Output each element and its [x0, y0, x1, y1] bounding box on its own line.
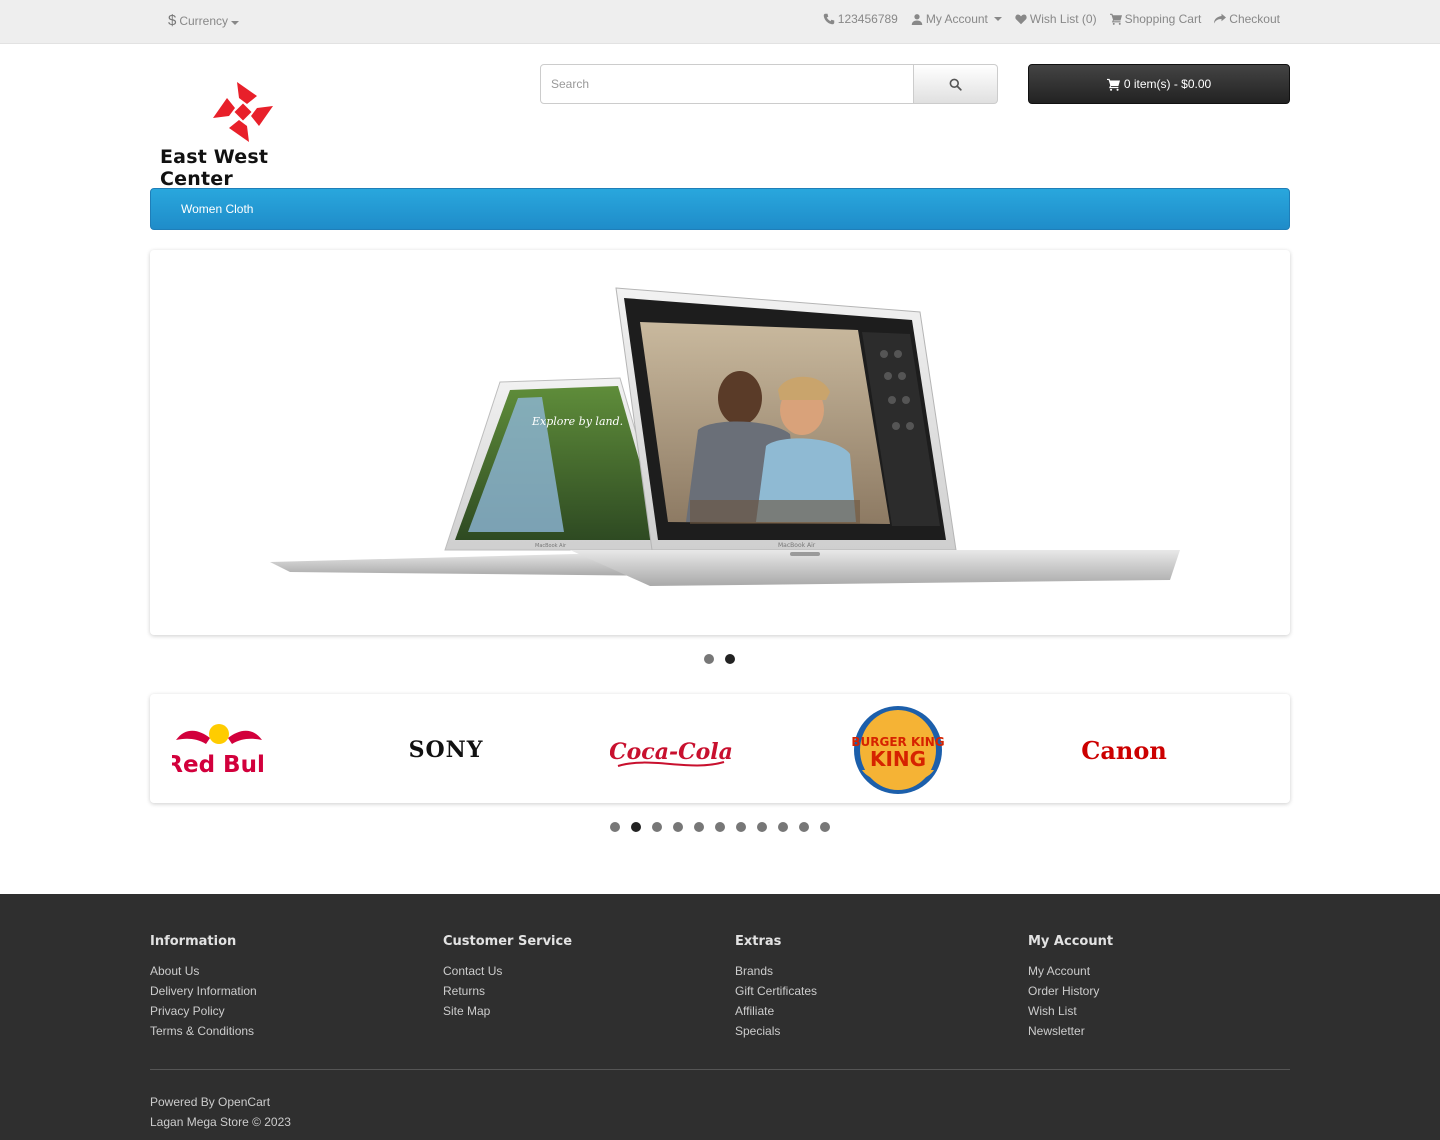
footer-link-about-us[interactable]: About Us — [150, 961, 257, 981]
copyright-text: Lagan Mega Store © 2023 — [150, 1115, 291, 1129]
footer-link-gift-certificates[interactable]: Gift Certificates — [735, 981, 817, 1001]
search-icon — [949, 78, 962, 91]
brand-carousel-dot[interactable] — [778, 822, 788, 832]
brand-carousel-dot[interactable] — [694, 822, 704, 832]
coca-cola-logo-icon: Coca-Cola — [610, 739, 732, 767]
brand-coca-cola[interactable]: Coca-Cola — [610, 724, 732, 774]
shopping-cart-link[interactable]: Shopping Cart — [1109, 12, 1202, 26]
caret-down-icon — [993, 17, 1002, 21]
slideshow-dot[interactable] — [725, 654, 735, 664]
currency-symbol: $ — [168, 12, 177, 29]
phone-link[interactable]: 123456789 — [823, 12, 898, 26]
brand-carousel-dot[interactable] — [715, 822, 725, 832]
brand-carousel-dot[interactable] — [736, 822, 746, 832]
footer-link-wish-list[interactable]: Wish List — [1028, 1001, 1113, 1021]
brand-name: Canon — [1081, 736, 1167, 765]
brand-canon[interactable]: Canon — [1072, 732, 1176, 768]
brand-carousel-pagination — [610, 822, 830, 832]
red-bull-logo-icon: Red Bull — [172, 724, 266, 776]
brand-burger-king[interactable]: BURGER KING KING — [852, 704, 944, 796]
cart-icon — [1106, 78, 1120, 91]
footer-link-privacy-policy[interactable]: Privacy Policy — [150, 1001, 257, 1021]
brand-sony[interactable]: SONY — [396, 732, 496, 766]
brand-red-bull[interactable]: Red Bull — [172, 720, 266, 776]
brand-carousel-dot[interactable] — [610, 822, 620, 832]
search-button[interactable] — [914, 64, 998, 104]
footer-link-newsletter[interactable]: Newsletter — [1028, 1021, 1113, 1041]
checkout-link[interactable]: Checkout — [1214, 12, 1280, 26]
brand-carousel-dot[interactable] — [631, 822, 641, 832]
brand-name: SONY — [409, 737, 484, 763]
footer-link-specials[interactable]: Specials — [735, 1021, 817, 1041]
footer-link-brands[interactable]: Brands — [735, 961, 817, 981]
main-menu: Women Cloth — [150, 188, 1290, 230]
phone-icon — [823, 13, 835, 25]
footer-link-returns[interactable]: Returns — [443, 981, 572, 1001]
phone-number: 123456789 — [837, 12, 898, 26]
macbook-slide-image: Explore by land. MacBook Air MacBook Air — [270, 287, 1180, 586]
search-bar — [540, 64, 998, 104]
footer-link-order-history[interactable]: Order History — [1028, 981, 1113, 1001]
search-input[interactable] — [540, 64, 914, 104]
opencart-link[interactable]: OpenCart — [218, 1095, 270, 1109]
footer-heading: My Account — [1028, 934, 1114, 949]
footer-link-affiliate[interactable]: Affiliate — [735, 1001, 817, 1021]
footer-link-contact-us[interactable]: Contact Us — [443, 961, 572, 981]
wish-list-label: Wish List (0) — [1029, 12, 1097, 26]
footer: Information About Us Delivery Informatio… — [0, 894, 1440, 1140]
cart-icon — [1109, 13, 1122, 25]
currency-dropdown[interactable]: $ Currency — [168, 12, 240, 29]
brand-name: Red Bull — [172, 752, 266, 776]
slideshow-dot[interactable] — [704, 654, 714, 664]
canon-logo-icon: Canon — [1081, 736, 1167, 765]
brand-name: Coca-Cola — [610, 739, 732, 765]
footer-link-terms-conditions[interactable]: Terms & Conditions — [150, 1021, 257, 1041]
sony-logo-icon: SONY — [409, 737, 484, 763]
brand-carousel-dot[interactable] — [652, 822, 662, 832]
wish-list-link[interactable]: Wish List (0) — [1015, 12, 1097, 26]
store-logo[interactable]: East West Center — [160, 80, 332, 190]
footer-link-delivery-information[interactable]: Delivery Information — [150, 981, 257, 1001]
brand-carousel-dot[interactable] — [757, 822, 767, 832]
cart-summary: 0 item(s) - $0.00 — [1123, 77, 1212, 91]
logo-mark-icon — [213, 82, 273, 142]
slide-model-label-back: MacBook Air — [535, 543, 567, 549]
brand-carousel: Red Bull SONY Coca-Cola BURGER KING KING… — [150, 694, 1290, 803]
footer-column-information: Information About Us Delivery Informatio… — [150, 934, 257, 1041]
footer-heading: Customer Service — [443, 934, 573, 949]
top-bar: $ Currency 123456789 My Account Wish List… — [0, 0, 1440, 44]
powered-by-text: Powered By — [150, 1095, 215, 1109]
user-icon — [911, 14, 923, 25]
checkout-label: Checkout — [1229, 12, 1280, 26]
footer-heading: Information — [150, 934, 237, 949]
my-account-dropdown[interactable]: My Account — [911, 12, 1002, 26]
footer-link-my-account[interactable]: My Account — [1028, 961, 1113, 981]
caret-down-icon — [231, 21, 240, 25]
slideshow[interactable]: Explore by land. MacBook Air MacBook Air — [150, 250, 1290, 635]
slide-screen-text: Explore by land. — [531, 415, 623, 428]
burger-king-logo-icon: BURGER KING KING — [852, 706, 944, 794]
brand-carousel-dot[interactable] — [820, 822, 830, 832]
top-links: 123456789 My Account Wish List (0) Shopp… — [823, 12, 1280, 26]
menu-item-women-cloth[interactable]: Women Cloth — [181, 202, 253, 216]
footer-column-my-account: My Account My Account Order History Wish… — [1028, 934, 1113, 1041]
logo-text: East West Center — [160, 146, 269, 190]
footer-credits: Powered By OpenCart Lagan Mega Store © 2… — [150, 1092, 291, 1132]
svg-text:KING: KING — [870, 747, 926, 771]
brand-carousel-dot[interactable] — [673, 822, 683, 832]
heart-icon — [1015, 14, 1027, 25]
footer-link-site-map[interactable]: Site Map — [443, 1001, 572, 1021]
footer-column-customer-service: Customer Service Contact Us Returns Site… — [443, 934, 572, 1021]
footer-heading: Extras — [735, 934, 782, 949]
shopping-cart-label: Shopping Cart — [1124, 12, 1202, 26]
currency-label: Currency — [179, 14, 229, 28]
cart-button[interactable]: 0 item(s) - $0.00 — [1028, 64, 1290, 104]
brand-carousel-dot[interactable] — [799, 822, 809, 832]
footer-divider — [150, 1069, 1290, 1070]
footer-column-extras: Extras Brands Gift Certificates Affiliat… — [735, 934, 817, 1041]
my-account-label: My Account — [925, 12, 988, 26]
share-icon — [1214, 13, 1227, 24]
slideshow-pagination — [704, 654, 735, 664]
slide-model-label: MacBook Air — [778, 542, 816, 549]
